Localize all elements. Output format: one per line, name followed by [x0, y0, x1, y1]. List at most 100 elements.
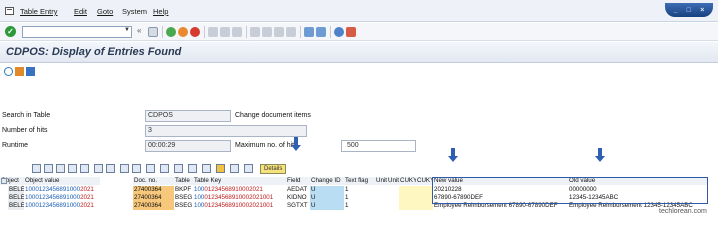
header-new-value[interactable]: New value	[433, 177, 568, 185]
command-field[interactable]	[22, 26, 132, 38]
history-back-icon[interactable]: «	[137, 26, 141, 35]
runtime-field: 00:00:29	[145, 140, 231, 152]
header-table[interactable]: Table	[174, 177, 193, 185]
graphic-icon[interactable]	[202, 164, 211, 173]
menu-edit[interactable]: Edit	[74, 7, 87, 16]
cell-old-value: 00000000	[568, 186, 708, 194]
details-button[interactable]: Details	[260, 164, 287, 174]
menu-goto[interactable]: Goto	[97, 7, 113, 16]
cell-change-id: U	[310, 202, 344, 210]
cell-cuky	[399, 186, 433, 194]
minimize-icon[interactable]: _	[674, 7, 678, 14]
find-icon[interactable]	[68, 164, 77, 173]
cell-table: BKPF	[174, 186, 193, 194]
menu-table-entry[interactable]: Table Entry	[20, 7, 58, 16]
cell-change-id: U	[310, 194, 344, 202]
layout-save-icon[interactable]	[188, 164, 197, 173]
sort-ascending-icon[interactable]	[44, 164, 53, 173]
table-row[interactable]: BELEG 10001234568910002021 27400364 BSEG…	[0, 202, 718, 210]
number-of-hits-field: 3	[145, 125, 307, 137]
header-change-id[interactable]: Change ID	[310, 177, 344, 185]
alv-toolbar: Details	[0, 161, 718, 176]
table-row[interactable]: BELEG 10001234568910002021 27400364 BSEG…	[0, 194, 718, 202]
enter-check-icon[interactable]: ✓	[5, 26, 16, 37]
grid-icon[interactable]	[26, 67, 35, 76]
layout-menu-icon[interactable]	[346, 27, 356, 37]
cell-doc-no: 27400364	[133, 194, 174, 202]
sort-descending-icon[interactable]	[56, 164, 65, 173]
cancel-icon[interactable]	[190, 27, 200, 37]
info-icon[interactable]	[230, 164, 239, 173]
cell-cuky	[399, 194, 433, 202]
select-all-icon[interactable]	[1, 178, 7, 184]
abc-analysis-icon[interactable]	[244, 164, 253, 173]
header-text-flag[interactable]: Text flag	[344, 177, 375, 185]
runtime-label: Runtime	[2, 142, 29, 149]
view-icon[interactable]	[146, 164, 155, 173]
cell-text-flag: 1	[344, 186, 375, 194]
print-preview-icon[interactable]	[120, 164, 129, 173]
header-unit-new[interactable]: Unit	[375, 177, 387, 185]
shortcut-icon[interactable]	[316, 27, 326, 37]
export-icon[interactable]	[132, 164, 141, 173]
header-field[interactable]: Field	[286, 177, 310, 185]
print-icon[interactable]	[208, 27, 218, 37]
cell-object: BELEG	[8, 202, 30, 210]
save-icon[interactable]	[148, 27, 158, 37]
header-old-value[interactable]: Old value	[568, 177, 708, 185]
system-menu-icon[interactable]	[5, 7, 14, 15]
details-view-icon[interactable]	[32, 164, 41, 173]
chevron-down-icon[interactable]: ▼	[124, 27, 130, 33]
back-icon[interactable]	[166, 27, 176, 37]
menu-system[interactable]: System	[122, 7, 147, 16]
search-summary: Search in Table CDPOS Change document it…	[0, 110, 718, 154]
chart-icon[interactable]	[216, 164, 225, 173]
first-page-icon[interactable]	[250, 27, 260, 37]
max-hits-label: Maximum no. of hits	[235, 142, 298, 149]
page-title: CDPOS: Display of Entries Found	[6, 46, 182, 58]
header-object-value[interactable]: Object value	[24, 177, 100, 185]
cell-doc-no: 27400364	[133, 186, 174, 194]
subtotal-icon[interactable]	[106, 164, 115, 173]
cell-object-value: 10001234568910002021	[24, 194, 133, 202]
help-icon[interactable]	[334, 27, 344, 37]
entries-table: Object Object value Doc. no. Table Table…	[0, 177, 718, 210]
search-in-table-field: CDPOS	[145, 110, 231, 122]
header-unit-old[interactable]: Unit	[387, 177, 399, 185]
header-table-key[interactable]: Table Key	[193, 177, 286, 185]
layout-select-icon[interactable]	[174, 164, 183, 173]
header-cuky-old[interactable]: CUKY	[416, 177, 434, 185]
refresh-icon[interactable]	[4, 67, 13, 76]
exit-icon[interactable]	[178, 27, 188, 37]
header-doc-no[interactable]: Doc. no.	[133, 177, 174, 185]
next-page-icon[interactable]	[274, 27, 284, 37]
table-row[interactable]: BELEG 10001234568910002021 27400364 BKPF…	[0, 186, 718, 194]
previous-page-icon[interactable]	[262, 27, 272, 37]
cell-table-key: 10001234568910002021001	[193, 194, 286, 202]
tools-icon[interactable]	[15, 67, 24, 76]
filter-icon[interactable]	[80, 164, 89, 173]
cell-table-key: 10001234568910002021	[193, 186, 286, 194]
title-bar: CDPOS: Display of Entries Found	[0, 42, 718, 63]
cell-field: KIDNO	[286, 194, 310, 202]
cell-cuky	[399, 202, 433, 210]
close-icon[interactable]: ×	[700, 7, 704, 14]
new-session-icon[interactable]	[304, 27, 314, 37]
last-page-icon[interactable]	[286, 27, 296, 37]
menu-help[interactable]: Help	[153, 7, 168, 16]
find-icon[interactable]	[220, 27, 230, 37]
cell-new-value: Employee Reimbursement 67890-67890DEF	[433, 202, 568, 210]
header-cuky-new[interactable]: CUKY	[399, 177, 417, 185]
find-next-icon[interactable]	[232, 27, 242, 37]
layout-icon[interactable]	[160, 164, 169, 173]
cell-text-flag: 1	[344, 194, 375, 202]
watermark: techlorean.com	[659, 208, 707, 215]
cell-table: BSEG	[174, 194, 193, 202]
cell-old-value: 12345-12345ABC	[568, 194, 708, 202]
sum-icon[interactable]	[94, 164, 103, 173]
cell-change-id: U	[310, 186, 344, 194]
maximize-icon[interactable]: □	[687, 7, 691, 14]
max-hits-field[interactable]: 500	[341, 140, 416, 152]
cell-field: AEDAT	[286, 186, 310, 194]
cell-object-value: 10001234568910002021	[24, 186, 133, 194]
